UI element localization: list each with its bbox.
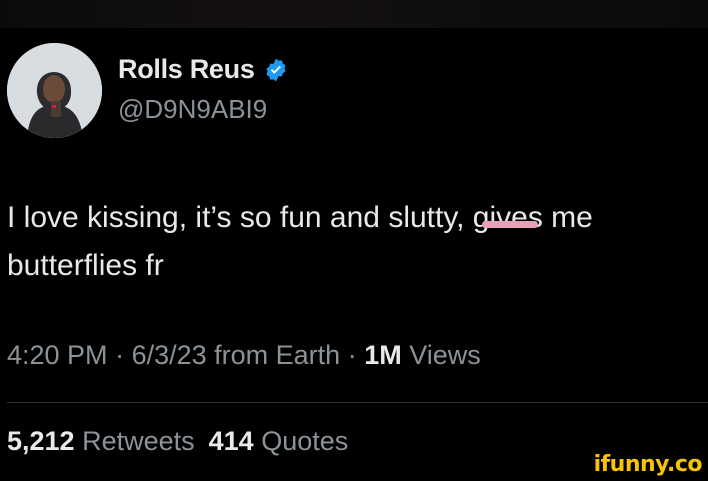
quotes-link[interactable]: 414 Quotes bbox=[209, 426, 349, 456]
author-name[interactable]: Rolls Reus bbox=[118, 54, 255, 85]
author-handle[interactable]: @D9N9ABI9 bbox=[118, 94, 267, 125]
meta-separator: · bbox=[340, 340, 365, 370]
author-avatar[interactable] bbox=[7, 43, 102, 138]
censor-bar bbox=[482, 221, 538, 228]
tweet-time[interactable]: 4:20 PM bbox=[7, 340, 108, 370]
censored-word: lutty bbox=[403, 201, 457, 234]
views-label[interactable]: Views bbox=[402, 340, 481, 370]
quotes-count: 414 bbox=[208, 426, 254, 456]
views-count[interactable]: 1M bbox=[364, 340, 402, 370]
tweet-date[interactable]: 6/3/23 bbox=[132, 340, 207, 370]
tweet-text: I love kissing, it’s so fun and slutty, … bbox=[7, 194, 707, 290]
divider bbox=[7, 402, 708, 403]
tweet-line-2: butterflies fr bbox=[7, 249, 164, 282]
quotes-label: Quotes bbox=[253, 426, 349, 456]
tweet-text-part: I love kissing, it’s so fun and s bbox=[7, 201, 404, 234]
verified-badge-icon bbox=[263, 57, 289, 83]
ifunny-watermark: ifunny.co bbox=[593, 452, 703, 477]
tweet-stats: 5,212 Retweets 414 Quotes bbox=[7, 426, 348, 457]
top-bar bbox=[0, 0, 708, 28]
tweet-meta: 4:20 PM · 6/3/23 from Earth · 1M Views bbox=[7, 340, 481, 371]
meta-separator: · bbox=[107, 340, 132, 370]
tweet-text-part: , gives me bbox=[456, 201, 593, 234]
tweet-source: from Earth bbox=[206, 340, 341, 370]
author-name-row: Rolls Reus bbox=[118, 54, 289, 85]
retweets-link[interactable]: 5,212 Retweets bbox=[7, 426, 195, 456]
tweet-line-1: I love kissing, it’s so fun and slutty, … bbox=[7, 194, 707, 242]
retweets-count: 5,212 bbox=[7, 426, 75, 456]
retweets-label: Retweets bbox=[74, 426, 195, 456]
avatar-photo-icon bbox=[7, 43, 102, 138]
